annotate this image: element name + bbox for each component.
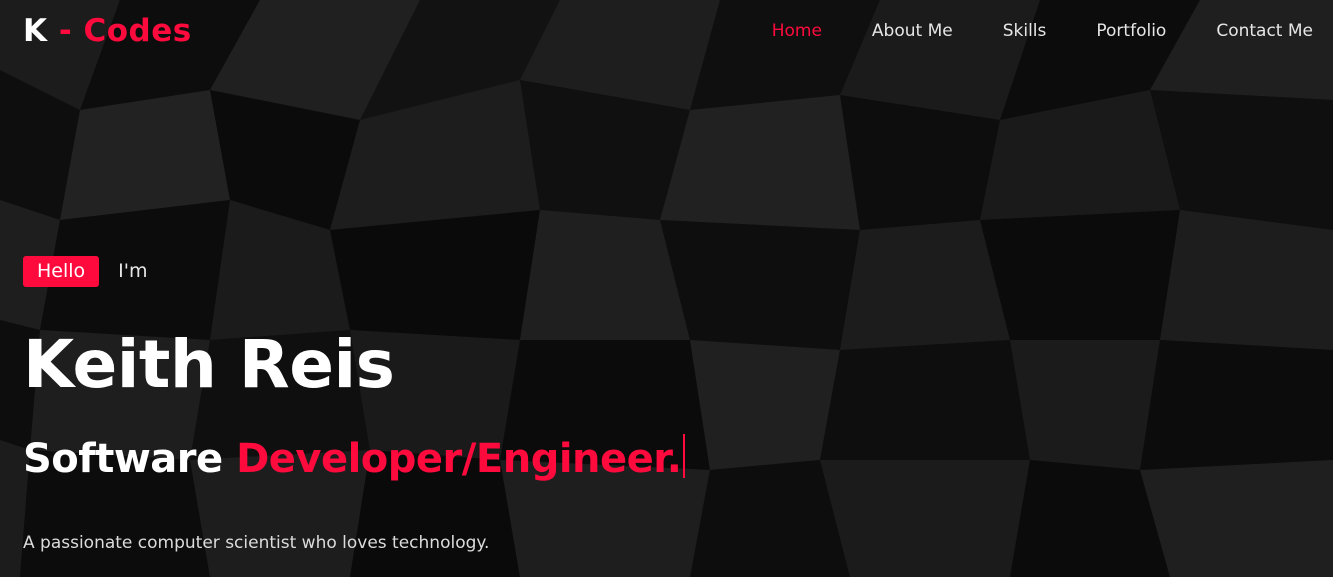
greeting-row: Hello I'm [23,255,148,287]
nav-item-contact-me[interactable]: Contact Me [1216,20,1313,42]
nav-item-about-me[interactable]: About Me [872,20,953,42]
nav-item-skills[interactable]: Skills [1003,20,1047,42]
nav-menu: Home About Me Skills Portfolio Contact M… [722,20,1313,42]
typing-cursor [683,434,686,478]
background-pattern [0,0,1333,577]
brand-suffix: - Codes [58,13,192,49]
brand-prefix: K [23,13,48,49]
role-highlight: Developer/Engineer. [236,436,682,482]
nav-item-portfolio[interactable]: Portfolio [1096,20,1166,42]
intro-text: I'm [118,260,148,282]
hero-name: Keith Reis [23,326,395,403]
nav-item-home[interactable]: Home [772,20,822,42]
hero-section: Hello I'm Keith Reis Software Developer/… [23,255,686,553]
role-prefix: Software [23,436,223,482]
hero-tagline: A passionate computer scientist who love… [23,533,490,553]
hello-badge: Hello [23,255,100,287]
hero-role: Software Developer/Engineer. [23,431,686,487]
brand-logo[interactable]: K - Codes [23,12,192,50]
navbar: K - Codes Home About Me Skills Portfolio… [0,0,1333,64]
